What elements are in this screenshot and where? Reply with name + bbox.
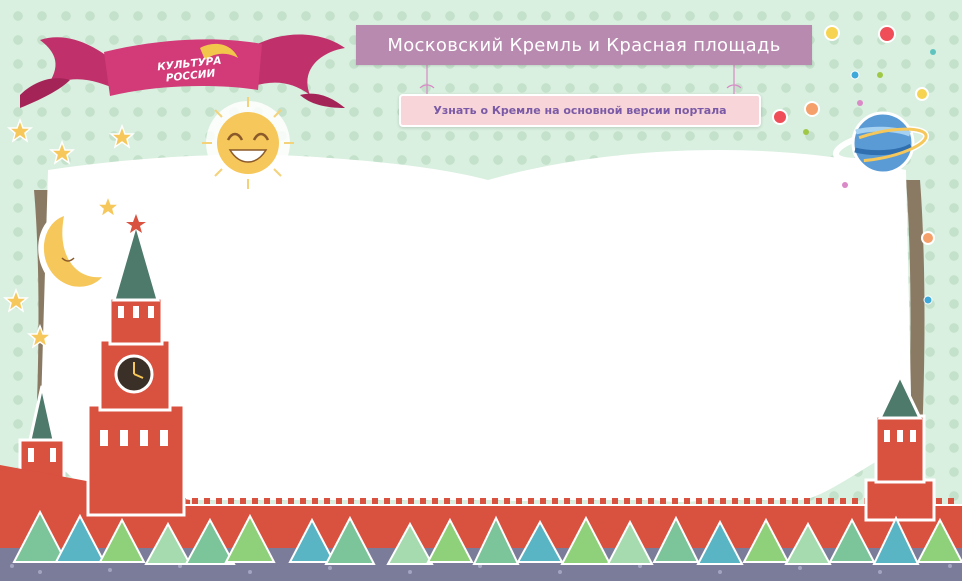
kremlin-page-stage: КУЛЬТУРА РОССИИ Московский Кремль и Крас… [0, 0, 962, 581]
hanging-strings [419, 65, 742, 94]
page-title: Московский Кремль и Красная площадь [356, 25, 812, 65]
clock-icon [114, 354, 154, 394]
kremlin-illustration [0, 25, 962, 581]
sun-icon [202, 97, 294, 189]
portal-link-button[interactable]: Узнать о Кремле на основной версии порта… [399, 94, 761, 127]
